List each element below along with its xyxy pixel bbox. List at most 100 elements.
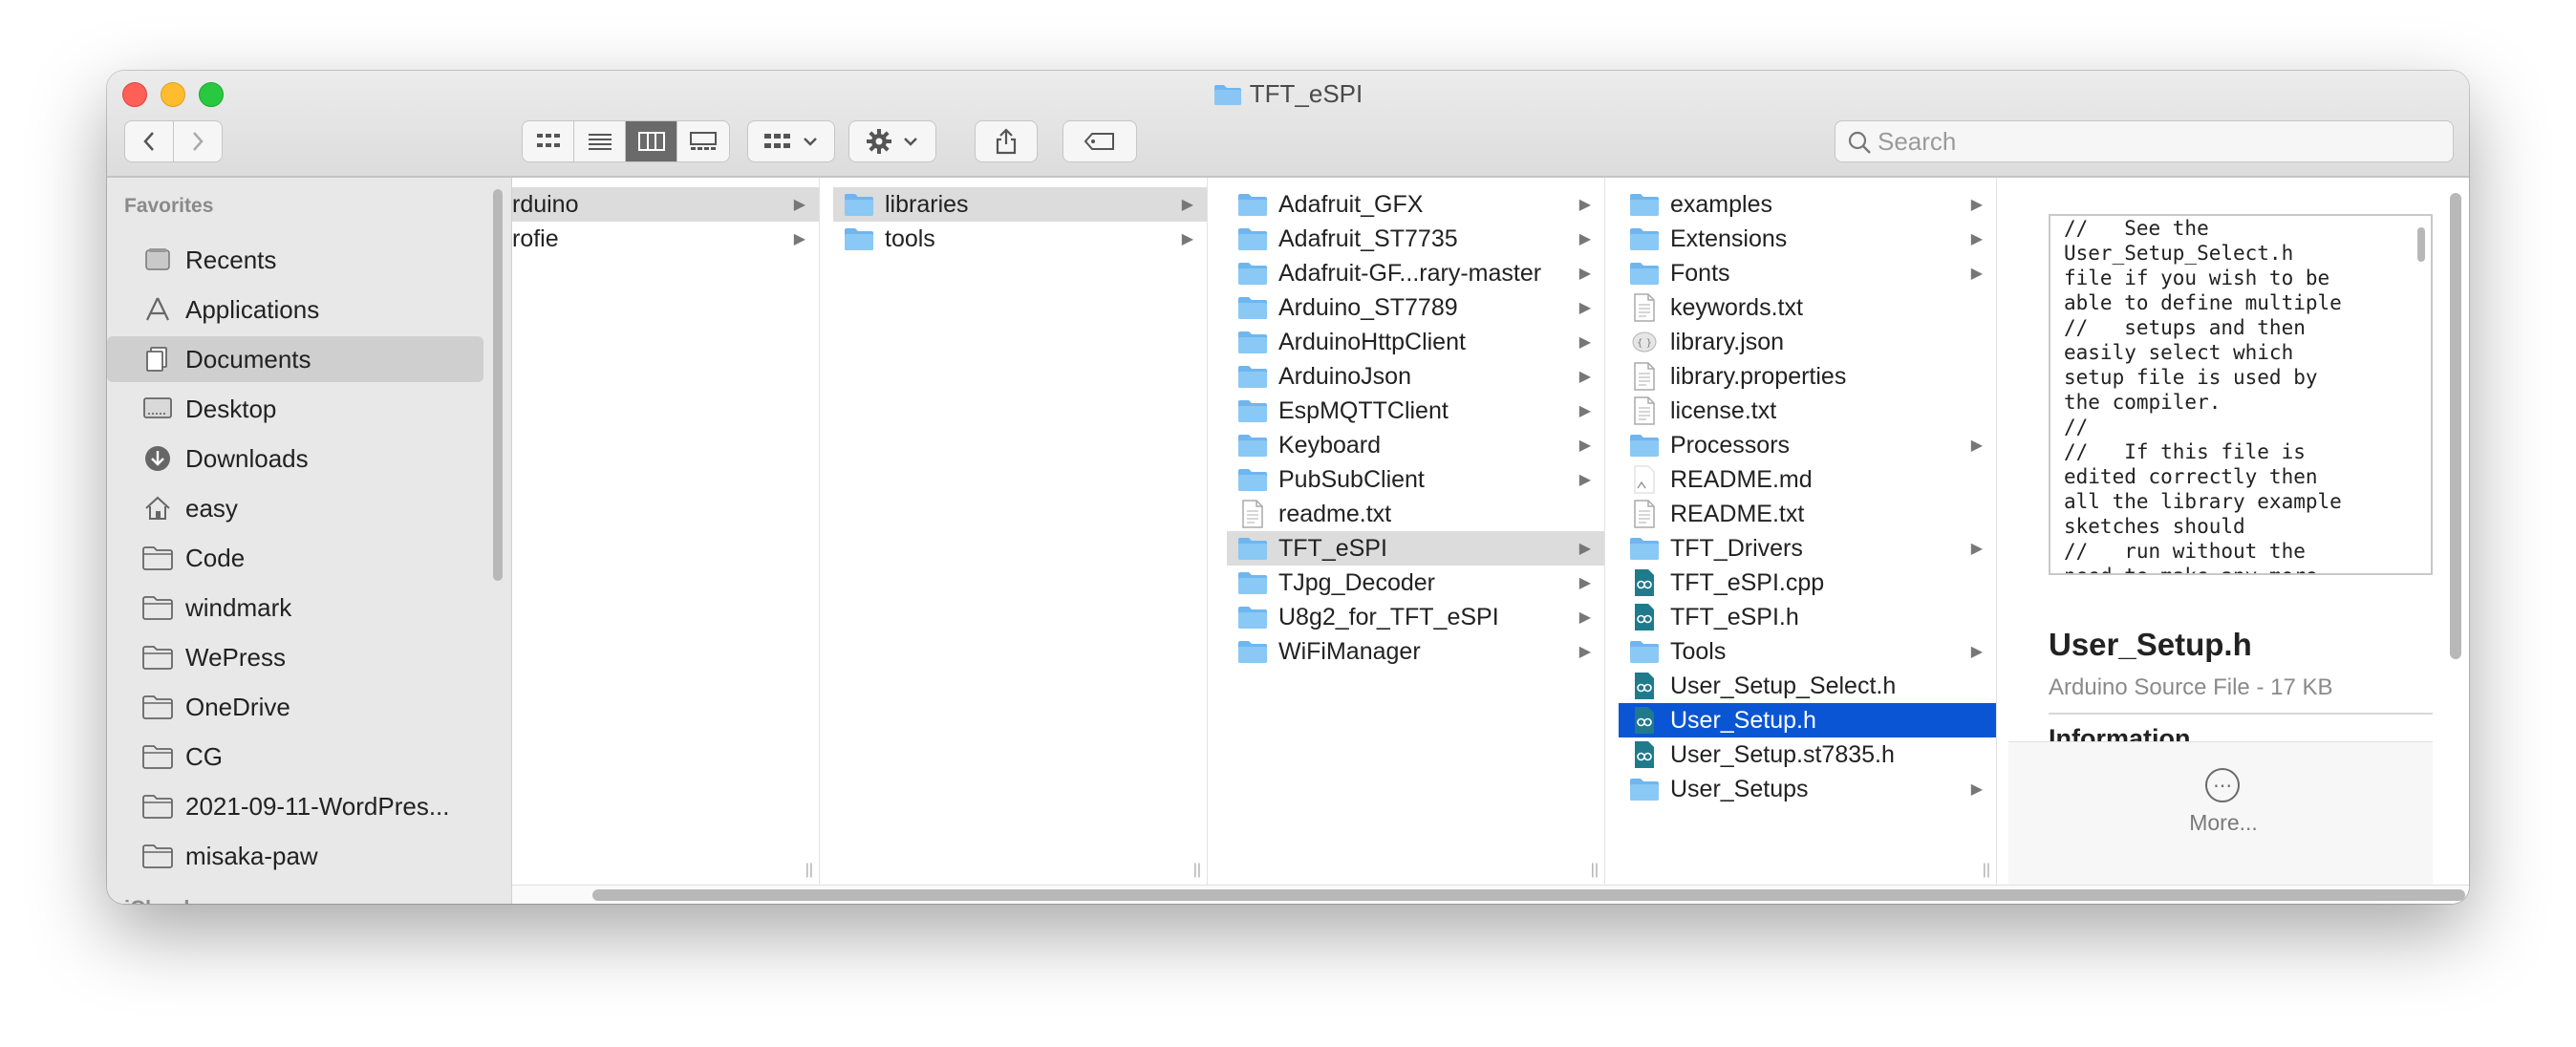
sidebar-item-code[interactable]: Code (107, 535, 483, 581)
sidebar-item-documents[interactable]: Documents (107, 336, 483, 382)
column-resize-handle[interactable]: || (1193, 862, 1201, 879)
folder-icon (1628, 431, 1661, 459)
list-item[interactable]: Tools ▶ (1619, 634, 1996, 669)
list-item[interactable]: Arduino_ST7789 ▶ (1227, 290, 1604, 325)
gallery-view-button[interactable] (677, 121, 729, 161)
icon-view-button[interactable] (523, 121, 574, 161)
list-item[interactable]: Adafruit_GFX ▶ (1227, 187, 1604, 222)
sidebar-item-label: Downloads (185, 443, 309, 473)
list-item[interactable]: TFT_eSPI ▶ (1227, 531, 1604, 566)
share-button[interactable] (975, 120, 1038, 162)
sidebar-item-onedrive[interactable]: OneDrive (107, 684, 483, 730)
list-item[interactable]: Adafruit-GF...rary-master ▶ (1227, 256, 1604, 290)
list-item[interactable]: tools ▶ (833, 222, 1207, 256)
list-item[interactable]: README.md (1619, 462, 1996, 497)
list-item[interactable]: WiFiManager ▶ (1227, 634, 1604, 669)
disclosure-arrow-icon: ▶ (1181, 197, 1193, 213)
disclosure-arrow-icon: ▶ (1181, 231, 1193, 247)
column-view-button[interactable] (626, 121, 677, 161)
forward-button[interactable] (173, 120, 223, 162)
list-item[interactable]: User_Setup.h (1619, 703, 1996, 737)
sidebar-item-easy[interactable]: easy (107, 485, 483, 531)
sidebar-item-cg[interactable]: CG (107, 734, 483, 780)
disclosure-arrow-icon: ▶ (1578, 369, 1591, 385)
item-label: ArduinoHttpClient (1278, 328, 1466, 355)
sidebar-item-applications[interactable]: Applications (107, 287, 483, 332)
more-button[interactable]: More... (2161, 810, 2286, 836)
column-2[interactable]: || libraries ▶ tools ▶ (833, 178, 1208, 885)
sidebar-item-label: easy (185, 493, 238, 523)
list-item[interactable]: User_Setup_Select.h (1619, 669, 1996, 703)
folder-icon (141, 691, 174, 723)
list-item[interactable]: PubSubClient ▶ (1227, 462, 1604, 497)
list-item[interactable]: libraries ▶ (833, 187, 1207, 222)
list-item[interactable]: README.txt (1619, 497, 1996, 531)
column-3[interactable]: || Adafruit_GFX ▶ Adafruit_ST7735 ▶ Adafruit-… (1227, 178, 1605, 885)
list-item[interactable]: ArduinoHttpClient ▶ (1227, 325, 1604, 359)
view-mode-control[interactable] (522, 120, 730, 162)
disclosure-arrow-icon: ▶ (1578, 403, 1591, 419)
markdown-file-icon (1628, 465, 1661, 494)
search-field[interactable]: Search (1835, 120, 2454, 162)
folder-icon (1236, 396, 1269, 425)
folder-icon (843, 224, 875, 253)
list-view-button[interactable] (574, 121, 626, 161)
tag-button[interactable] (1063, 120, 1137, 162)
column-4[interactable]: || examples ▶ Extensions ▶ Fonts ▶ keywords.txt… (1619, 178, 1997, 885)
list-item[interactable]: Processors ▶ (1619, 428, 1996, 462)
list-item[interactable]: ArduinoJson ▶ (1227, 359, 1604, 394)
list-item[interactable]: library.properties (1619, 359, 1996, 394)
list-item[interactable]: Adafruit_ST7735 ▶ (1227, 222, 1604, 256)
list-item[interactable]: U8g2_for_TFT_eSPI ▶ (1227, 600, 1604, 634)
more-icon[interactable]: ⋯ (2205, 768, 2240, 802)
horizontal-scrollbar[interactable] (592, 889, 2465, 901)
home-icon (141, 492, 174, 524)
folder-icon (1236, 362, 1269, 391)
list-item[interactable]: examples ▶ (1619, 187, 1996, 222)
sidebar-item-misaka-paw[interactable]: misaka-paw (107, 833, 483, 879)
preview-scrollbar[interactable] (2417, 227, 2425, 262)
folder-icon (1236, 293, 1269, 322)
sidebar-item-wepress[interactable]: WePress (107, 634, 483, 680)
list-item[interactable]: { } library.json (1619, 325, 1996, 359)
list-item[interactable]: Extensions ▶ (1619, 222, 1996, 256)
folder-icon (1236, 568, 1269, 597)
sidebar-item-windmark[interactable]: windmark (107, 585, 483, 630)
list-item[interactable]: readme.txt (1227, 497, 1604, 531)
column-1[interactable]: || rduino ▶ rofie ▶ (512, 178, 820, 885)
action-button[interactable] (848, 120, 936, 162)
sidebar-scrollbar[interactable] (493, 189, 503, 581)
sidebar-item-label: CG (185, 741, 223, 771)
list-item[interactable]: TFT_eSPI.cpp (1619, 566, 1996, 600)
sidebar-item-desktop[interactable]: Desktop (107, 386, 483, 432)
item-label: Fonts (1670, 259, 1730, 287)
list-item[interactable]: Fonts ▶ (1619, 256, 1996, 290)
column-resize-handle[interactable]: || (1983, 862, 1990, 879)
folder-icon (1628, 775, 1661, 803)
list-item[interactable]: User_Setups ▶ (1619, 772, 1996, 806)
disclosure-arrow-icon: ▶ (1578, 644, 1591, 660)
sidebar-item-2021-09-11-wordpres[interactable]: 2021-09-11-WordPres... (107, 783, 483, 829)
preview-vertical-scrollbar[interactable] (2450, 193, 2461, 659)
item-label: TFT_eSPI.h (1670, 603, 1799, 630)
column-resize-handle[interactable]: || (1591, 862, 1599, 879)
disclosure-arrow-icon: ▶ (1578, 197, 1591, 213)
list-item[interactable]: rduino ▶ (512, 187, 819, 222)
sidebar-item-recents[interactable]: Recents (107, 237, 483, 283)
list-item[interactable]: rofie ▶ (512, 222, 819, 256)
list-item[interactable]: TFT_eSPI.h (1619, 600, 1996, 634)
list-item[interactable]: TFT_Drivers ▶ (1619, 531, 1996, 566)
back-button[interactable] (124, 120, 174, 162)
list-item[interactable]: TJpg_Decoder ▶ (1227, 566, 1604, 600)
list-item[interactable]: keywords.txt (1619, 290, 1996, 325)
group-button[interactable] (747, 120, 835, 162)
item-label: library.json (1670, 328, 1785, 355)
list-item[interactable]: license.txt (1619, 394, 1996, 428)
list-item[interactable]: User_Setup.st7835.h (1619, 737, 1996, 772)
file-preview-text[interactable]: // See the User_Setup_Select.h file if y… (2049, 214, 2433, 575)
column-resize-handle[interactable]: || (805, 862, 813, 879)
list-item[interactable]: EspMQTTClient ▶ (1227, 394, 1604, 428)
sidebar-item-downloads[interactable]: Downloads (107, 436, 483, 481)
list-item[interactable]: Keyboard ▶ (1227, 428, 1604, 462)
sidebar-heading: Favorites (124, 195, 214, 217)
